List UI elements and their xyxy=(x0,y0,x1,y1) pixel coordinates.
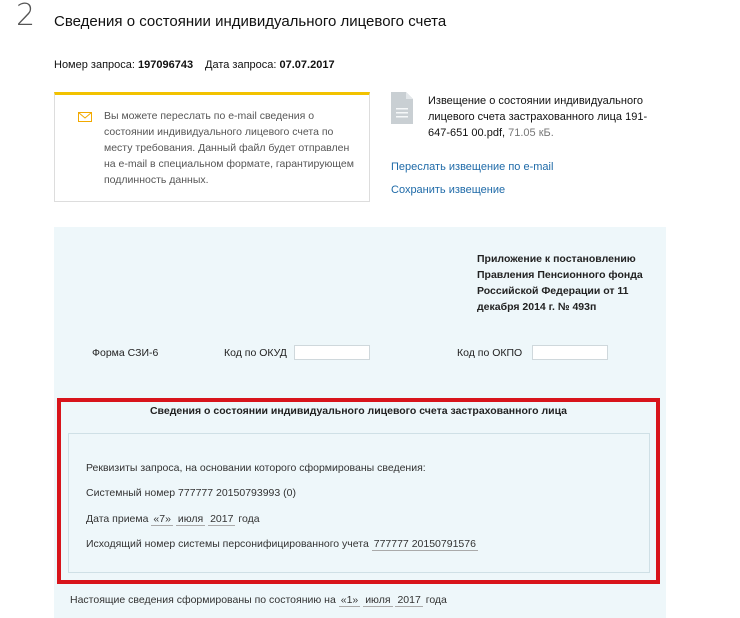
request-date-label: Дата запроса: xyxy=(205,59,277,71)
form-name: Форма СЗИ-6 xyxy=(92,347,159,359)
receipt-date-row: Дата приема «7» июля 2017 года xyxy=(86,513,260,526)
formed-as-of-line: Настоящие сведения сформированы по состо… xyxy=(70,594,447,607)
envelope-icon xyxy=(78,112,92,122)
appendix-text: Приложение к постановлению Правления Пен… xyxy=(477,253,643,313)
okud-field xyxy=(294,345,370,360)
system-number-value: 777777 20150793993 (0) xyxy=(178,487,296,499)
outgoing-number-label: Исходящий номер системы персонифицирован… xyxy=(86,538,369,550)
system-number-row: Системный номер 777777 20150793993 (0) xyxy=(86,487,296,499)
receipt-date-label: Дата приема xyxy=(86,513,149,525)
okpo-field xyxy=(532,345,608,360)
okpo-label: Код по ОКПО xyxy=(457,347,523,359)
request-date: Дата запроса: 07.07.2017 xyxy=(205,59,335,71)
email-info-text: Вы можете переслать по e-mail сведения о… xyxy=(104,110,354,186)
formed-as-of-text: Настоящие сведения сформированы по состо… xyxy=(70,594,336,606)
request-number-label: Номер запроса: xyxy=(54,59,135,71)
okud-label: Код по ОКУД xyxy=(224,347,287,359)
email-info-box: Вы можете переслать по e-mail сведения о… xyxy=(54,92,370,202)
document-file[interactable]: Извещение о состоянии индивидуального ли… xyxy=(428,93,658,141)
request-details-box xyxy=(68,433,650,573)
outgoing-number-value: 777777 20150791576 xyxy=(371,538,478,551)
system-number-label: Системный номер xyxy=(86,487,176,499)
page-title: Сведения о состоянии индивидуального лиц… xyxy=(54,13,447,30)
receipt-year-word: года xyxy=(238,513,260,525)
formed-month: июля xyxy=(363,594,393,607)
document-size: 71.05 кБ. xyxy=(508,127,554,139)
document-icon[interactable] xyxy=(391,92,413,124)
send-email-link[interactable]: Переслать извещение по e-mail xyxy=(391,161,553,173)
details-heading: Реквизиты запроса, на основании которого… xyxy=(86,462,426,474)
formed-year: 2017 xyxy=(395,594,423,607)
request-number-value: 197096743 xyxy=(138,59,194,71)
request-date-value: 07.07.2017 xyxy=(279,59,335,71)
formed-year-word: года xyxy=(425,594,447,606)
section-title: Сведения о состоянии индивидуального лиц… xyxy=(149,405,568,417)
save-notice-link[interactable]: Сохранить извещение xyxy=(391,184,505,196)
request-number: Номер запроса: 197096743 xyxy=(54,59,193,71)
receipt-day: «7» xyxy=(151,513,173,526)
receipt-month: июля xyxy=(175,513,206,526)
step-number: 2 xyxy=(16,0,36,33)
receipt-year: 2017 xyxy=(208,513,236,526)
formed-day: «1» xyxy=(338,594,361,607)
outgoing-number-row: Исходящий номер системы персонифицирован… xyxy=(86,538,478,551)
